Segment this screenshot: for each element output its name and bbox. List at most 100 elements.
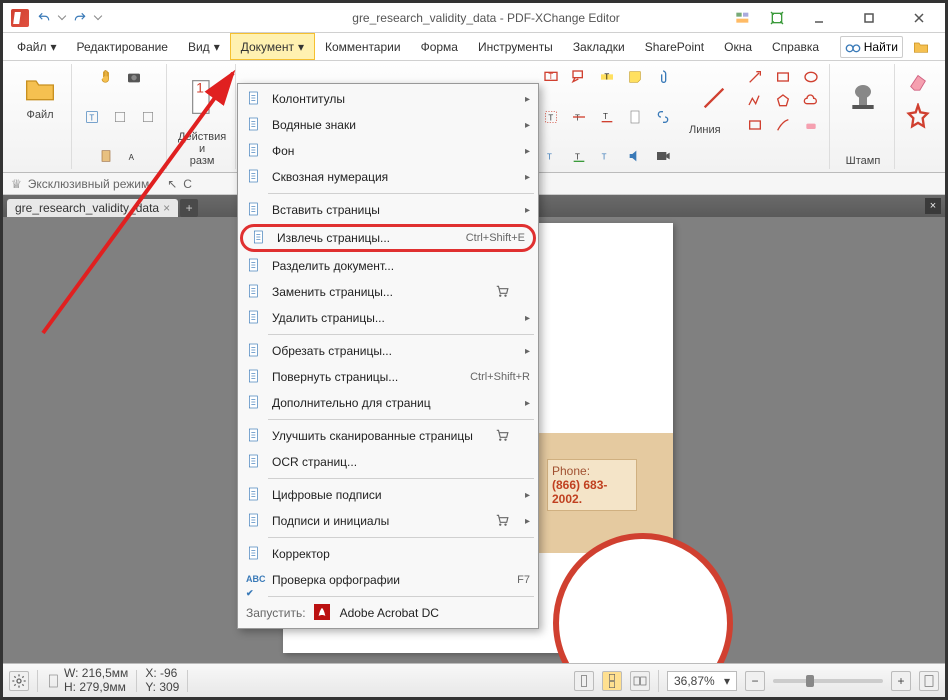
svg-text:T: T	[602, 152, 607, 161]
zoom-in-button[interactable]: +	[891, 671, 911, 691]
sound-tool[interactable]	[623, 145, 647, 167]
insert-text-tool[interactable]: T	[567, 145, 591, 167]
attachment-tool[interactable]	[651, 66, 675, 88]
menu-item-24[interactable]: Запустить: Adobe Acrobat DC	[238, 600, 538, 626]
oval-tool[interactable]	[799, 66, 823, 88]
menu-item-16[interactable]: OCR страниц...	[238, 449, 538, 475]
format-button[interactable]: A	[122, 145, 146, 167]
textbox-tool[interactable]: T	[539, 66, 563, 88]
clipboard-button[interactable]	[94, 145, 118, 167]
typewriter-tool[interactable]: T	[539, 145, 563, 167]
chevron-down-icon: ▾	[724, 674, 730, 688]
menu-bookmarks[interactable]: Закладки	[563, 33, 635, 60]
zoom-out-button[interactable]: −	[745, 671, 765, 691]
layout-continuous-button[interactable]	[602, 671, 622, 691]
undo-button[interactable]	[33, 7, 55, 29]
zoom-value-field[interactable]: 36,87% ▾	[667, 671, 737, 691]
tabstrip-close-button[interactable]: ×	[925, 198, 941, 214]
zoom-slider[interactable]	[773, 679, 883, 683]
replace-text-tool[interactable]: T	[595, 145, 619, 167]
menu-item-11[interactable]: Обрезать страницы...▸	[238, 338, 538, 364]
menu-item-5[interactable]: Вставить страницы▸	[238, 197, 538, 223]
open-folder-button[interactable]	[907, 37, 935, 57]
menu-item-22[interactable]: ABC✔Проверка орфографииF7	[238, 567, 538, 593]
menu-item-18[interactable]: Цифровые подписи▸	[238, 482, 538, 508]
document-tab[interactable]: gre_research_validity_data ×	[7, 199, 178, 217]
menu-document[interactable]: Документ▾	[230, 33, 315, 60]
arrow-tool[interactable]	[743, 66, 767, 88]
rect-tool[interactable]	[771, 66, 795, 88]
polyline-tool[interactable]	[743, 90, 767, 112]
menu-bookmarks-label: Закладки	[573, 40, 625, 54]
pencil-tool[interactable]	[771, 114, 795, 136]
menu-item-19[interactable]: Подписи и инициалы▸	[238, 508, 538, 534]
fullscreen-icon[interactable]	[763, 8, 791, 28]
menu-item-8[interactable]: Заменить страницы...	[238, 279, 538, 305]
highlight-tool[interactable]: T	[595, 66, 619, 88]
select-text-button[interactable]: T	[80, 106, 104, 128]
edit-tool-button-2[interactable]	[136, 106, 160, 128]
ui-options-icon[interactable]	[729, 8, 757, 28]
file-big-button[interactable]: Файл	[15, 66, 65, 128]
stamp-button[interactable]	[838, 66, 888, 128]
menu-item-15[interactable]: Улучшить сканированные страницы	[238, 423, 538, 449]
strikethrough-tool[interactable]: T	[567, 106, 591, 128]
edit-tool-button[interactable]	[108, 106, 132, 128]
menu-item-3[interactable]: Сквозная нумерация▸	[238, 164, 538, 190]
menu-item-13[interactable]: Дополнительно для страниц▸	[238, 390, 538, 416]
menu-item-21[interactable]: Корректор	[238, 541, 538, 567]
hand-tool-button[interactable]	[94, 66, 118, 88]
eraser-small-tool[interactable]	[799, 114, 823, 136]
polygon-tool[interactable]	[771, 90, 795, 112]
chevron-down-icon: ▾	[298, 40, 304, 54]
close-button[interactable]	[897, 6, 941, 30]
svg-text:T: T	[89, 113, 94, 122]
menu-edit[interactable]: Редактирование	[67, 33, 178, 60]
new-tab-button[interactable]: +	[180, 199, 198, 217]
sticky-note-tool[interactable]	[623, 66, 647, 88]
redo-dropdown-caret[interactable]	[94, 12, 102, 20]
maximize-button[interactable]	[847, 6, 891, 30]
menu-item-7[interactable]: Разделить документ...	[238, 253, 538, 279]
menu-help[interactable]: Справка	[762, 33, 829, 60]
redo-button[interactable]	[69, 7, 91, 29]
star-shape-button[interactable]	[903, 102, 933, 132]
menu-item-1[interactable]: Водяные знаки▸	[238, 112, 538, 138]
eraser-button[interactable]	[903, 66, 933, 96]
fit-page-button[interactable]	[919, 671, 939, 691]
menu-sharepoint[interactable]: SharePoint	[635, 33, 714, 60]
tab-close-icon[interactable]: ×	[163, 201, 170, 215]
menu-item-12[interactable]: Повернуть страницы...Ctrl+Shift+R	[238, 364, 538, 390]
menu-item-0[interactable]: Колонтитулы▸	[238, 86, 538, 112]
text-tool[interactable]: T	[539, 106, 563, 128]
link-tool[interactable]	[651, 106, 675, 128]
menu-form[interactable]: Форма	[411, 33, 468, 60]
video-tool[interactable]	[651, 145, 675, 167]
line-big-button[interactable]	[689, 74, 739, 122]
find-button[interactable]: Найти	[840, 36, 903, 58]
ribbon-group-revisions: 1 Действия и разм	[169, 64, 236, 169]
menu-file[interactable]: Файл▾	[7, 33, 67, 60]
callout-tool[interactable]	[567, 66, 591, 88]
menu-separator	[268, 419, 534, 420]
menu-item-label: Водяные знаки	[272, 118, 530, 132]
menu-item-6[interactable]: Извлечь страницы...Ctrl+Shift+E	[240, 224, 536, 252]
menu-tools[interactable]: Инструменты	[468, 33, 563, 60]
options-gear-button[interactable]	[9, 671, 29, 691]
layout-facing-button[interactable]	[630, 671, 650, 691]
menu-view[interactable]: Вид▾	[178, 33, 230, 60]
menu-comments[interactable]: Комментарии	[315, 33, 411, 60]
minimize-button[interactable]	[797, 6, 841, 30]
menu-item-9[interactable]: Удалить страницы...▸	[238, 305, 538, 331]
snapshot-tool-button[interactable]	[122, 66, 146, 88]
undo-dropdown-caret[interactable]	[58, 12, 66, 20]
menu-item-2[interactable]: Фон▸	[238, 138, 538, 164]
file-attach-tool[interactable]	[623, 106, 647, 128]
rect-fill-tool[interactable]	[743, 114, 767, 136]
cloud-tool[interactable]	[799, 90, 823, 112]
revisions-big-button[interactable]: 1	[177, 66, 227, 128]
svg-text:1: 1	[196, 79, 204, 95]
underline-tool[interactable]: T	[595, 106, 619, 128]
menu-windows[interactable]: Окна	[714, 33, 762, 60]
layout-single-button[interactable]	[574, 671, 594, 691]
